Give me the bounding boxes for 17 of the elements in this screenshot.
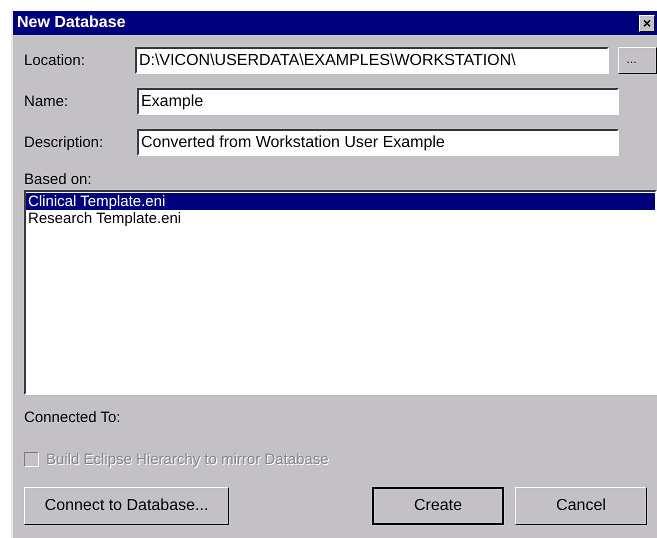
field-label: Location:: [24, 52, 86, 69]
dialog-button[interactable]: Create: [372, 487, 504, 525]
browse-button[interactable]: ...: [618, 47, 657, 74]
connect-button[interactable]: Connect to Database...: [24, 487, 229, 525]
input-field[interactable]: Converted from Workstation User Example: [137, 129, 619, 156]
list-item[interactable]: Research Template.eni: [26, 210, 655, 227]
list-item[interactable]: Clinical Template.eni: [26, 193, 655, 210]
dialog-button[interactable]: Cancel: [515, 487, 647, 525]
window-title: New Database: [17, 14, 126, 32]
checkbox-label: Build Eclipse Hierarchy to mirror Database: [46, 451, 329, 468]
connected-label: Connected To:: [24, 409, 122, 426]
input-field[interactable]: D:\VICON\USERDATA\EXAMPLES\WORKSTATION\: [134, 47, 609, 74]
field-label: Name:: [24, 93, 70, 110]
field-label: Description:: [24, 134, 104, 151]
close-button[interactable]: ×: [639, 14, 655, 32]
section-label: Based on:: [24, 171, 93, 188]
input-field[interactable]: Example: [137, 88, 619, 115]
